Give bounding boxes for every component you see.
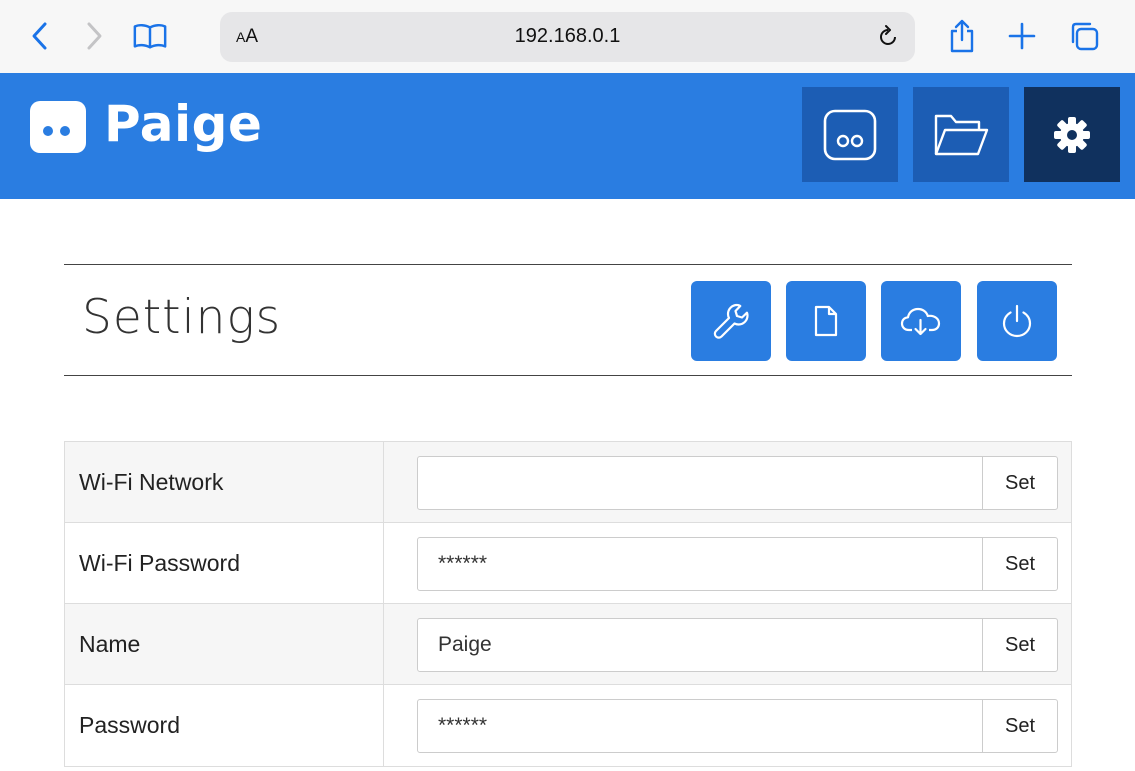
table-row-wifi-password: Wi-Fi Password Set bbox=[65, 523, 1071, 604]
table-row-name: Name Set bbox=[65, 604, 1071, 685]
reload-icon[interactable] bbox=[875, 24, 901, 50]
password-input[interactable] bbox=[417, 699, 983, 753]
name-label: Name bbox=[79, 631, 141, 657]
power-icon bbox=[1002, 304, 1032, 338]
password-label: Password bbox=[79, 712, 180, 738]
wifi-password-input[interactable] bbox=[417, 537, 983, 591]
maintenance-button[interactable] bbox=[691, 281, 771, 361]
page-title: Settings bbox=[82, 290, 282, 345]
heading-top-rule bbox=[64, 264, 1072, 265]
wrench-icon bbox=[713, 303, 749, 339]
table-row-password: Password Set bbox=[65, 685, 1071, 766]
folder-icon bbox=[934, 114, 989, 155]
document-icon bbox=[814, 305, 838, 337]
update-button[interactable] bbox=[881, 281, 961, 361]
app-header: Paige bbox=[0, 73, 1135, 199]
plus-icon[interactable] bbox=[1004, 18, 1040, 54]
forward-icon[interactable] bbox=[76, 18, 112, 54]
wifi-password-set-button[interactable]: Set bbox=[982, 537, 1058, 591]
brand-name: Paige bbox=[104, 95, 263, 153]
share-icon[interactable] bbox=[944, 18, 980, 54]
logo-icon bbox=[30, 101, 86, 153]
back-icon[interactable] bbox=[22, 18, 58, 54]
tabs-icon[interactable] bbox=[1066, 18, 1102, 54]
wifi-network-input[interactable] bbox=[417, 456, 983, 510]
name-set-button[interactable]: Set bbox=[982, 618, 1058, 672]
address-bar[interactable]: AA 192.168.0.1 bbox=[220, 12, 915, 62]
book-icon[interactable] bbox=[132, 18, 168, 54]
files-button[interactable] bbox=[913, 87, 1009, 182]
gear-icon bbox=[1054, 116, 1090, 153]
cloud-download-icon bbox=[900, 307, 941, 336]
wifi-password-label: Wi-Fi Password bbox=[79, 550, 241, 576]
wifi-network-set-button[interactable]: Set bbox=[982, 456, 1058, 510]
table-row-wifi-network: Wi-Fi Network Set bbox=[65, 442, 1071, 523]
name-input[interactable] bbox=[417, 618, 983, 672]
url-text: 192.168.0.1 bbox=[514, 25, 621, 47]
password-set-button[interactable]: Set bbox=[982, 699, 1058, 753]
dashboard-button[interactable] bbox=[802, 87, 898, 182]
power-button[interactable] bbox=[977, 281, 1057, 361]
heading-bottom-rule bbox=[64, 375, 1072, 376]
dashboard-icon bbox=[823, 109, 877, 160]
settings-table: Wi-Fi Network Set Wi-Fi Password Set Nam… bbox=[64, 441, 1072, 767]
new-file-button[interactable] bbox=[786, 281, 866, 361]
wifi-network-label: Wi-Fi Network bbox=[79, 469, 224, 495]
browser-toolbar: AA 192.168.0.1 bbox=[0, 0, 1135, 73]
settings-nav-button[interactable] bbox=[1024, 87, 1120, 182]
